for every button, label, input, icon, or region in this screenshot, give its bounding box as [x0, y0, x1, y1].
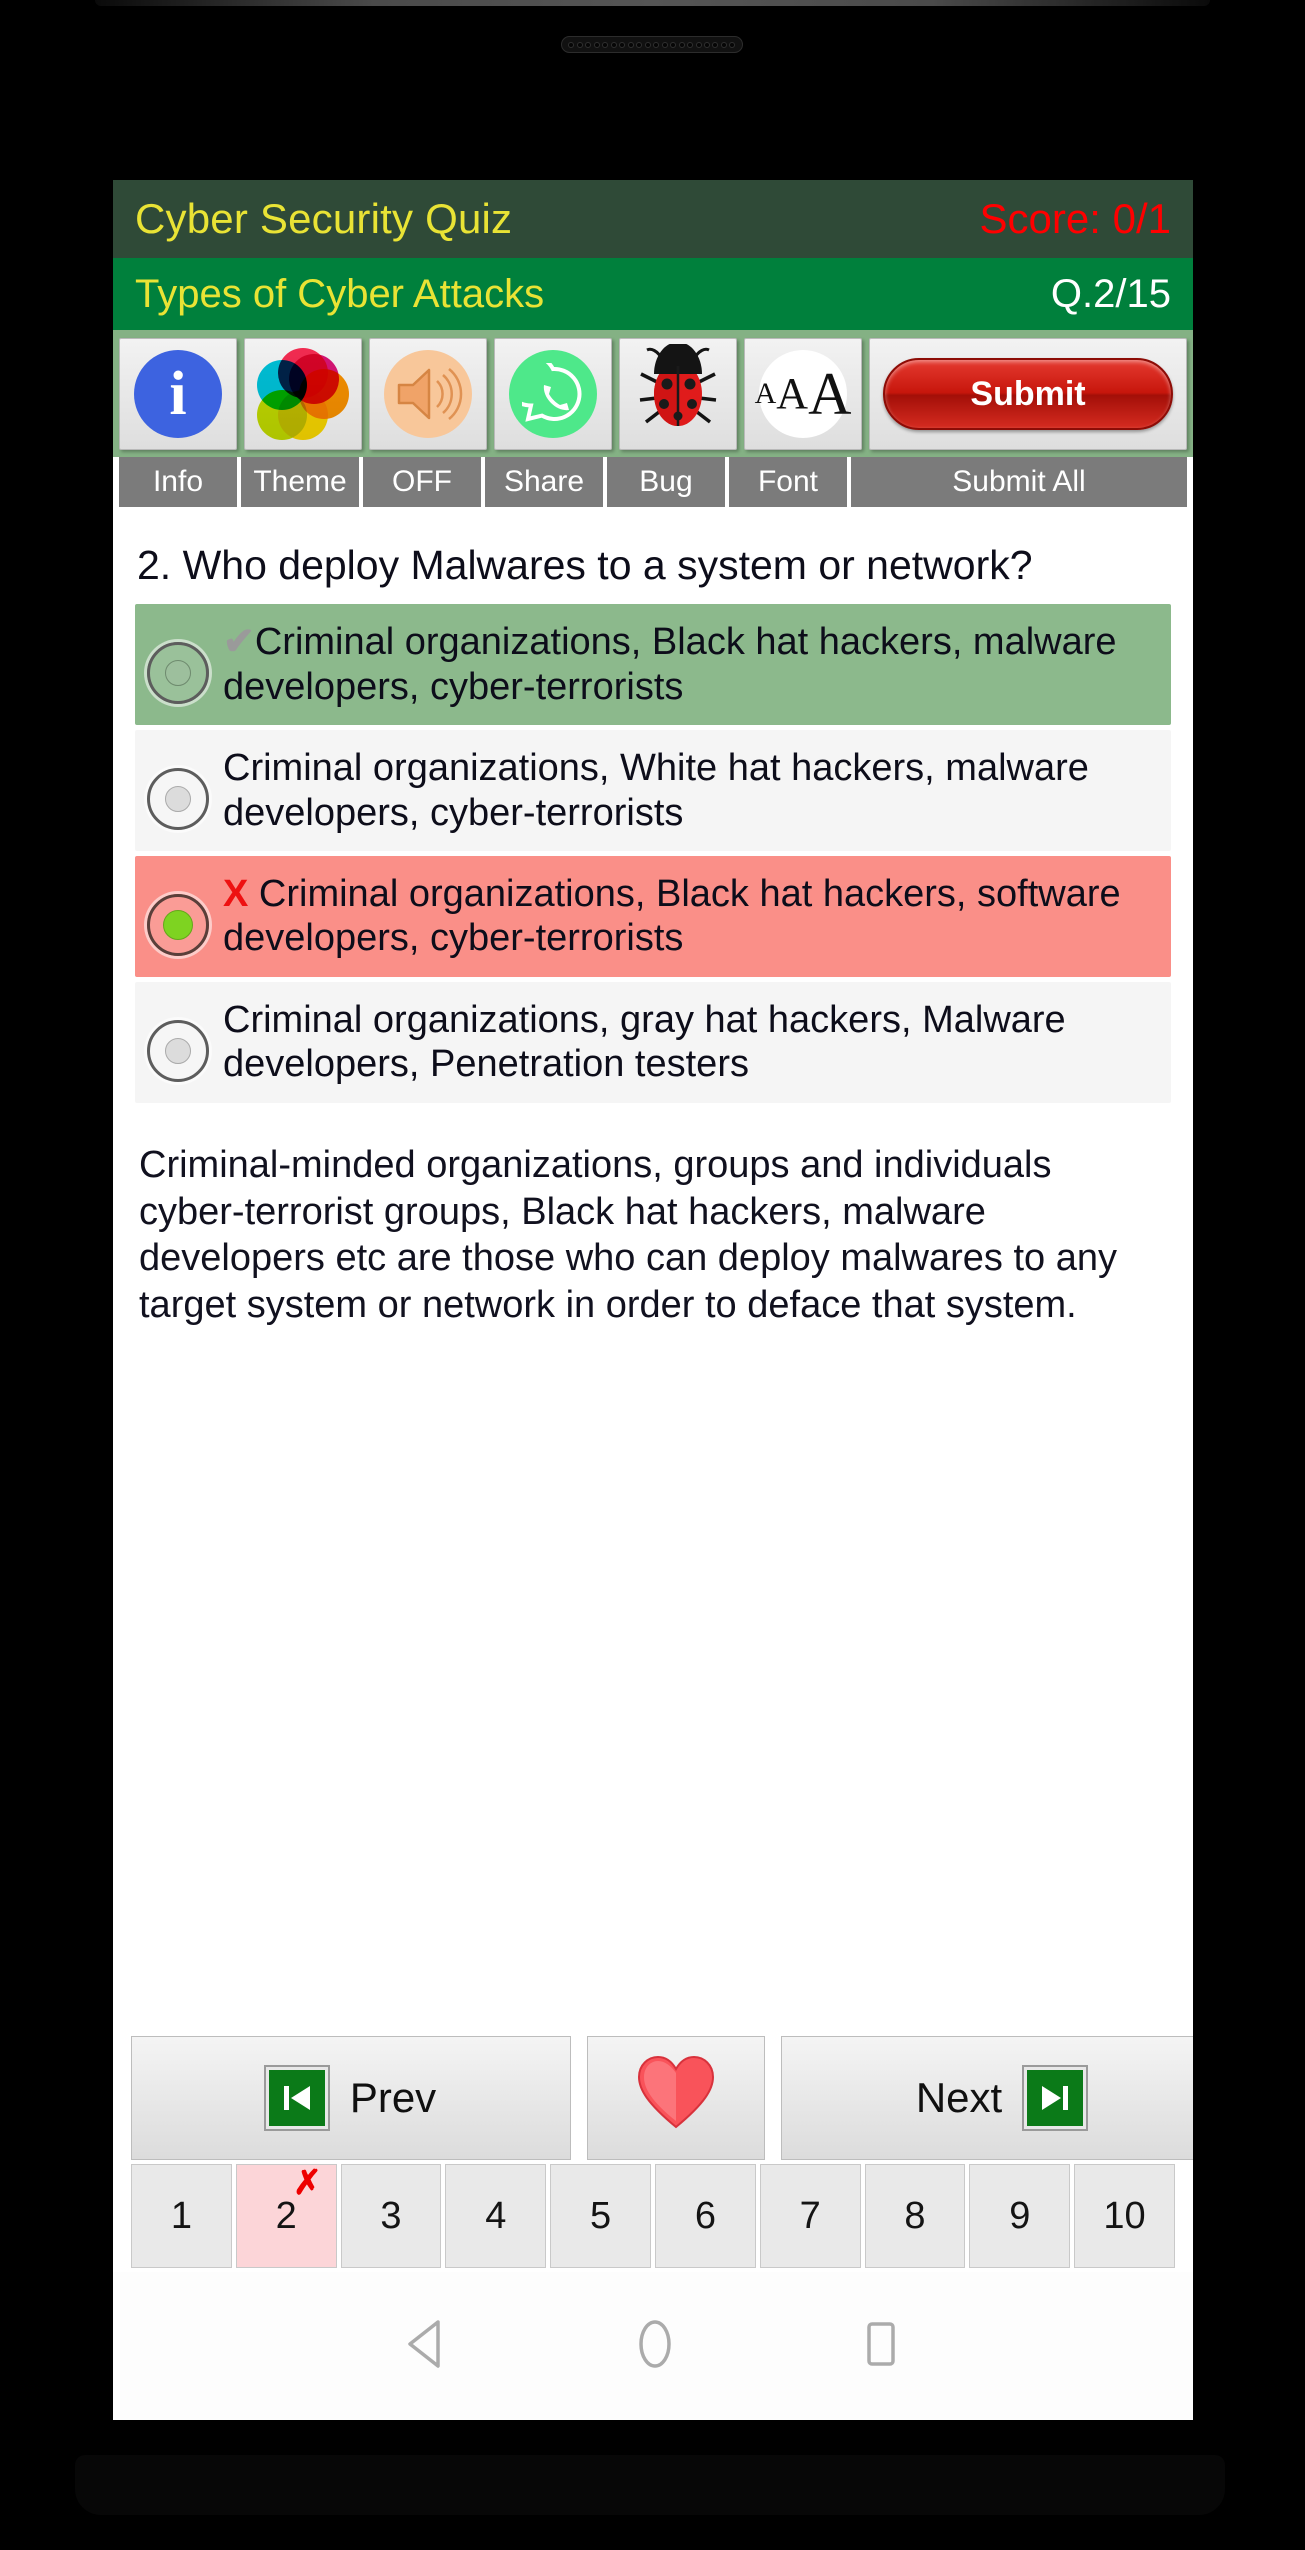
score-display: Score: 0/1 [979, 195, 1171, 242]
toolbar-label-share[interactable]: Share [485, 457, 603, 507]
speaker-icon [384, 350, 472, 438]
bug-report-button[interactable] [619, 338, 737, 450]
page-cell[interactable]: 4 [445, 2164, 547, 2268]
whatsapp-icon [509, 350, 597, 438]
page-cell[interactable]: 9 [969, 2164, 1071, 2268]
category-title: Types of Cyber Attacks [135, 271, 545, 316]
next-button[interactable]: Next [781, 2036, 1193, 2160]
android-navigation-bar [113, 2272, 1193, 2420]
radio-button[interactable] [147, 1019, 209, 1082]
option-text: Criminal organizations, Black hat hacker… [223, 621, 1117, 708]
option-label: Criminal organizations, White hat hacker… [223, 744, 1159, 835]
page-cell[interactable]: 1 [131, 2164, 232, 2268]
page-wrong-icon: ✗ [293, 2164, 322, 2202]
speaker-grille-icon [561, 36, 743, 53]
top-bezel [95, 0, 1210, 6]
skip-backward-icon [265, 2067, 328, 2129]
quiz-app-window: Cyber Security Quiz Score: 0/1 Types of … [113, 180, 1193, 2420]
page-cell[interactable]: 5 [550, 2164, 651, 2268]
correct-tick-icon: ✔ [223, 621, 255, 664]
page-cell-current[interactable]: ✗ 2 [235, 2164, 337, 2268]
option-label: ✔Criminal organizations, Black hat hacke… [223, 618, 1159, 709]
question-counter: Q.2/15 [1050, 271, 1171, 316]
wrong-cross-icon: X [223, 873, 249, 915]
submit-all-button[interactable]: Submit [869, 338, 1187, 450]
toolbar-label-off[interactable]: OFF [363, 457, 481, 507]
explanation-text: Criminal-minded organizations, groups an… [139, 1143, 1117, 1327]
font-size-button[interactable]: AAA [744, 338, 862, 450]
page-cell[interactable]: 6 [654, 2164, 756, 2268]
phone-device: Cyber Security Quiz Score: 0/1 Types of … [0, 0, 1305, 2550]
option-label: X Criminal organizations, Black hat hack… [223, 870, 1159, 961]
title-bar: Cyber Security Quiz Score: 0/1 [113, 180, 1193, 258]
sound-toggle-button[interactable] [369, 338, 487, 450]
info-icon: i [134, 350, 222, 438]
radio-button[interactable] [147, 894, 209, 956]
page-cell[interactable]: 10 [1074, 2164, 1175, 2268]
share-button[interactable] [494, 338, 612, 450]
page-cell[interactable]: 8 [864, 2164, 966, 2268]
page-cell[interactable]: 7 [759, 2164, 861, 2268]
option-label: Criminal organizations, gray hat hackers… [223, 996, 1159, 1087]
question-text: 2. Who deploy Malwares to a system or ne… [137, 542, 1033, 588]
toolbar-label-font[interactable]: Font [729, 457, 847, 507]
font-size-icon: AAA [755, 350, 851, 438]
option-row[interactable]: Criminal organizations, gray hat hackers… [135, 981, 1171, 1103]
home-circle-icon[interactable] [632, 2318, 678, 2375]
option-text: Criminal organizations, Black hat hacker… [223, 873, 1121, 960]
skip-forward-icon [1024, 2067, 1087, 2129]
heart-icon [637, 2055, 715, 2141]
pagination-row: 1 ✗ 2 3 4 5 6 7 8 9 10 [113, 2164, 1193, 2268]
radio-button[interactable] [147, 768, 209, 831]
recents-square-icon[interactable] [860, 2319, 902, 2374]
ladybug-icon [637, 342, 719, 444]
toolbar-label-row: Info Theme OFF Share Bug Font Submit All [113, 457, 1193, 507]
toolbar-label-theme[interactable]: Theme [241, 457, 359, 507]
category-bar: Types of Cyber Attacks Q.2/15 [113, 258, 1193, 330]
app-title: Cyber Security Quiz [135, 195, 513, 242]
bottom-bezel [75, 2455, 1225, 2515]
option-text: Criminal organizations, gray hat hackers… [223, 998, 1066, 1086]
option-text: Criminal organizations, White hat hacker… [223, 747, 1089, 834]
option-row[interactable]: ✔Criminal organizations, Black hat hacke… [135, 604, 1171, 726]
option-row[interactable]: Criminal organizations, White hat hacker… [135, 730, 1171, 851]
page-cell[interactable]: 3 [340, 2164, 442, 2268]
theme-button[interactable] [244, 338, 362, 450]
info-button[interactable]: i [119, 338, 237, 450]
toolbar-label-submit-all[interactable]: Submit All [851, 457, 1187, 507]
toolbar-label-bug[interactable]: Bug [607, 457, 725, 507]
next-label: Next [915, 2074, 1003, 2121]
toolbar: i A A A Submit [113, 330, 1193, 457]
toolbar-label-info[interactable]: Info [119, 457, 237, 507]
back-triangle-icon[interactable] [404, 2319, 450, 2374]
favorite-button[interactable] [587, 2036, 765, 2160]
prev-button[interactable]: Prev [131, 2036, 571, 2160]
submit-label: Submit [970, 374, 1086, 413]
navigation-row: Prev Next [113, 2036, 1193, 2160]
radio-button[interactable] [147, 642, 209, 705]
prev-label: Prev [349, 2074, 437, 2121]
option-row[interactable]: X Criminal organizations, Black hat hack… [135, 856, 1171, 977]
color-wheel-icon [257, 348, 349, 440]
submit-pill-icon: Submit [882, 358, 1174, 430]
options-list: ✔Criminal organizations, Black hat hacke… [113, 604, 1193, 1103]
